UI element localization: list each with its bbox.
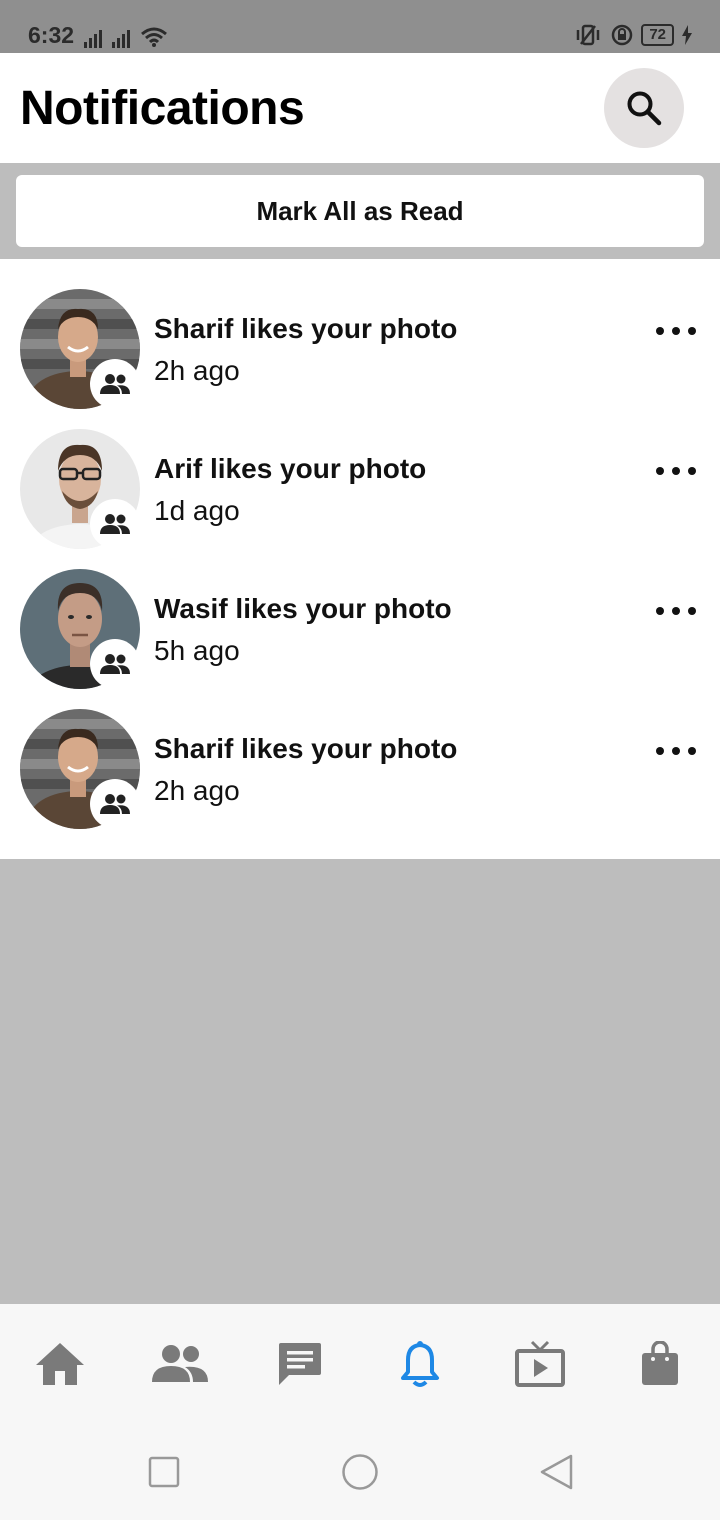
messages-icon	[279, 1343, 321, 1385]
notification-time: 5h ago	[154, 635, 240, 666]
list-item[interactable]: Sharif likes your photo 2h ago	[0, 259, 720, 409]
header: Notifications	[0, 53, 720, 163]
notifications-icon	[401, 1341, 439, 1387]
more-icon	[656, 467, 664, 475]
nav-home[interactable]	[30, 1334, 90, 1394]
notification-text: Sharif likes your photo	[154, 313, 458, 344]
nav-watch[interactable]	[510, 1334, 570, 1394]
mark-all-read-button[interactable]: Mark All as Read	[16, 175, 704, 247]
nav-messages[interactable]	[270, 1334, 330, 1394]
status-time: 6:32	[28, 22, 75, 48]
more-icon	[656, 607, 664, 615]
more-icon	[656, 327, 664, 335]
more-options-button[interactable]	[656, 739, 696, 763]
nav-notifications[interactable]	[390, 1334, 450, 1394]
recents-button[interactable]	[144, 1452, 184, 1492]
status-left-icons	[84, 26, 168, 48]
list-item[interactable]: Wasif likes your photo 5h ago	[0, 539, 720, 689]
home-circle-icon	[342, 1454, 378, 1490]
status-bar: 6:32 72	[0, 0, 720, 53]
friends-icon	[100, 654, 130, 674]
friends-icon	[152, 1345, 208, 1382]
search-button[interactable]	[604, 68, 684, 148]
page-title: Notifications	[20, 82, 305, 135]
avatar[interactable]	[20, 289, 140, 409]
wifi-icon	[141, 27, 167, 47]
avatar[interactable]	[20, 709, 140, 829]
signal-icon	[112, 30, 130, 48]
watch-icon	[515, 1340, 565, 1387]
notification-text: Wasif likes your photo	[154, 593, 452, 624]
rotation-lock-icon	[612, 24, 633, 46]
notification-text: Sharif likes your photo	[154, 733, 458, 764]
status-right-icons: 72	[573, 24, 692, 46]
signal-icon	[84, 30, 102, 48]
nav-marketplace[interactable]	[630, 1334, 690, 1394]
battery-indicator: 72	[641, 24, 674, 46]
system-nav	[0, 1420, 720, 1520]
home-system-button[interactable]	[340, 1452, 380, 1492]
notification-list: Sharif likes your photo 2h ago Arif like…	[0, 259, 720, 859]
home-icon	[36, 1343, 84, 1385]
notification-time: 1d ago	[154, 495, 240, 526]
avatar[interactable]	[20, 569, 140, 689]
nav-friends[interactable]	[150, 1334, 210, 1394]
more-options-button[interactable]	[656, 459, 696, 483]
badge	[90, 779, 140, 829]
recents-icon	[148, 1456, 180, 1488]
vibrate-icon	[577, 24, 600, 46]
list-item[interactable]: Sharif likes your photo 2h ago	[0, 679, 720, 829]
list-item[interactable]: Arif likes your photo 1d ago	[0, 399, 720, 549]
mark-all-strip: Mark All as Read	[0, 163, 720, 259]
friends-icon	[100, 794, 130, 814]
notification-time: 2h ago	[154, 355, 240, 386]
bottom-nav	[0, 1304, 720, 1420]
friends-icon	[100, 514, 130, 534]
notification-time: 2h ago	[154, 775, 240, 806]
charging-icon	[682, 25, 692, 45]
notification-text: Arif likes your photo	[154, 453, 427, 484]
marketplace-icon	[642, 1341, 678, 1385]
more-options-button[interactable]	[656, 319, 696, 343]
avatar[interactable]	[20, 429, 140, 549]
back-icon	[540, 1454, 573, 1490]
more-icon	[656, 747, 664, 755]
back-button[interactable]	[536, 1452, 576, 1492]
search-icon	[627, 91, 662, 126]
more-options-button[interactable]	[656, 599, 696, 623]
friends-icon	[100, 374, 130, 394]
